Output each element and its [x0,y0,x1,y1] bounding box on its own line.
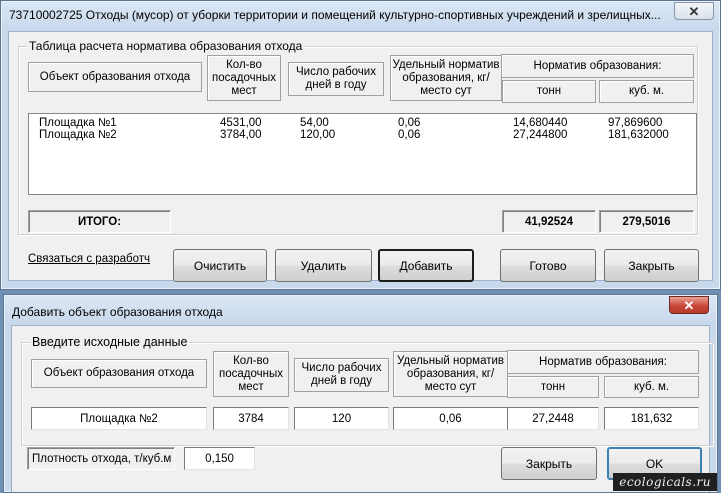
total-cubic: 279,5016 [599,210,694,233]
table-row[interactable]: Площадка №2 3784,00 120,00 0,06 27,24480… [29,129,696,142]
total-cubic-value: 279,5016 [622,215,671,228]
row-object: Площадка №1 [39,117,117,129]
header-specific: Удельный норматив образования, кг/место … [390,55,502,101]
total-label: ИТОГО: [28,210,171,233]
row-seats: 4531,00 [220,117,262,129]
tons-output: 27,2448 [507,407,599,430]
dialog-header-days: Число рабочих дней в году [294,358,389,392]
dialog-title: Добавить объект образования отхода [12,305,223,319]
main-titlebar[interactable]: 73710002725 Отходы (мусор) от уборки тер… [1,1,720,29]
header-days: Число рабочих дней в году [288,62,384,96]
site-watermark: ecologicals.ru [613,473,717,491]
row-days: 54,00 [300,117,329,129]
dialog-client-area: Введите исходные данные Объект образован… [11,325,713,492]
dialog-header-cubic: куб. м. [604,376,699,398]
row-object: Площадка №2 [39,129,117,141]
delete-button[interactable]: Удалить [275,249,372,282]
header-cubic: куб. м. [599,80,694,103]
specific-norm-input[interactable]: 0,06 [393,407,508,430]
dialog-titlebar[interactable]: Добавить объект образования отхода ✕ [4,295,717,323]
header-tons: тонн [502,80,596,103]
main-window-title: 73710002725 Отходы (мусор) от уборки тер… [9,8,661,22]
main-client-area: Таблица расчета норматива образования от… [8,31,713,282]
main-close-icon[interactable]: ✕ [674,2,714,20]
header-norm: Норматив образования: [501,54,694,78]
input-data-group-label: Введите исходные данные [30,335,190,349]
total-label-text: ИТОГО: [77,215,122,228]
main-window: 73710002725 Отходы (мусор) от уборки тер… [0,0,721,290]
close-button[interactable]: Закрыть [604,249,699,282]
dialog-header-object: Объект образования отхода [31,359,207,388]
object-name-input[interactable]: Площадка №2 [31,407,207,430]
total-tons-value: 41,92524 [525,215,573,228]
dialog-header-specific: Удельный норматив образования, кг/место … [393,351,508,397]
row-tons: 14,680440 [513,117,568,129]
dialog-close-button[interactable]: Закрыть [501,447,597,480]
done-button[interactable]: Готово [500,249,596,282]
dialog-header-norm: Норматив образования: [507,350,699,374]
row-cubic: 181,632000 [608,129,669,141]
cubic-output: 181,632 [604,407,699,430]
seats-input[interactable]: 3784 [213,407,289,430]
row-seats: 3784,00 [220,129,262,141]
row-days: 120,00 [300,129,336,141]
row-specific: 0,06 [398,129,421,141]
row-tons: 27,244800 [513,129,568,141]
dialog-header-tons: тонн [507,376,599,398]
density-label-text: Плотность отхода, т/куб.м [32,452,172,465]
header-seats: Кол-во посадочных мест [207,55,281,101]
results-list[interactable]: Площадка №1 4531,00 54,00 0,06 14,680440… [28,113,697,195]
calc-table-group-label: Таблица расчета норматива образования от… [27,39,305,53]
add-object-dialog: Добавить объект образования отхода ✕ Вве… [3,294,718,493]
density-input[interactable]: 0,150 [184,447,255,470]
dialog-close-icon[interactable]: ✕ [669,296,709,314]
days-input[interactable]: 120 [294,407,389,430]
header-object: Объект образования отхода [28,62,202,92]
dialog-header-seats: Кол-во посадочных мест [213,351,289,397]
row-specific: 0,06 [398,117,421,129]
add-button[interactable]: Добавить [378,249,474,282]
density-label: Плотность отхода, т/куб.м [27,447,175,470]
clear-button[interactable]: Очистить [173,249,267,282]
contact-developer-link[interactable]: Связаться с разработч [28,253,150,265]
total-tons: 41,92524 [502,210,596,233]
row-cubic: 97,869600 [608,117,663,129]
